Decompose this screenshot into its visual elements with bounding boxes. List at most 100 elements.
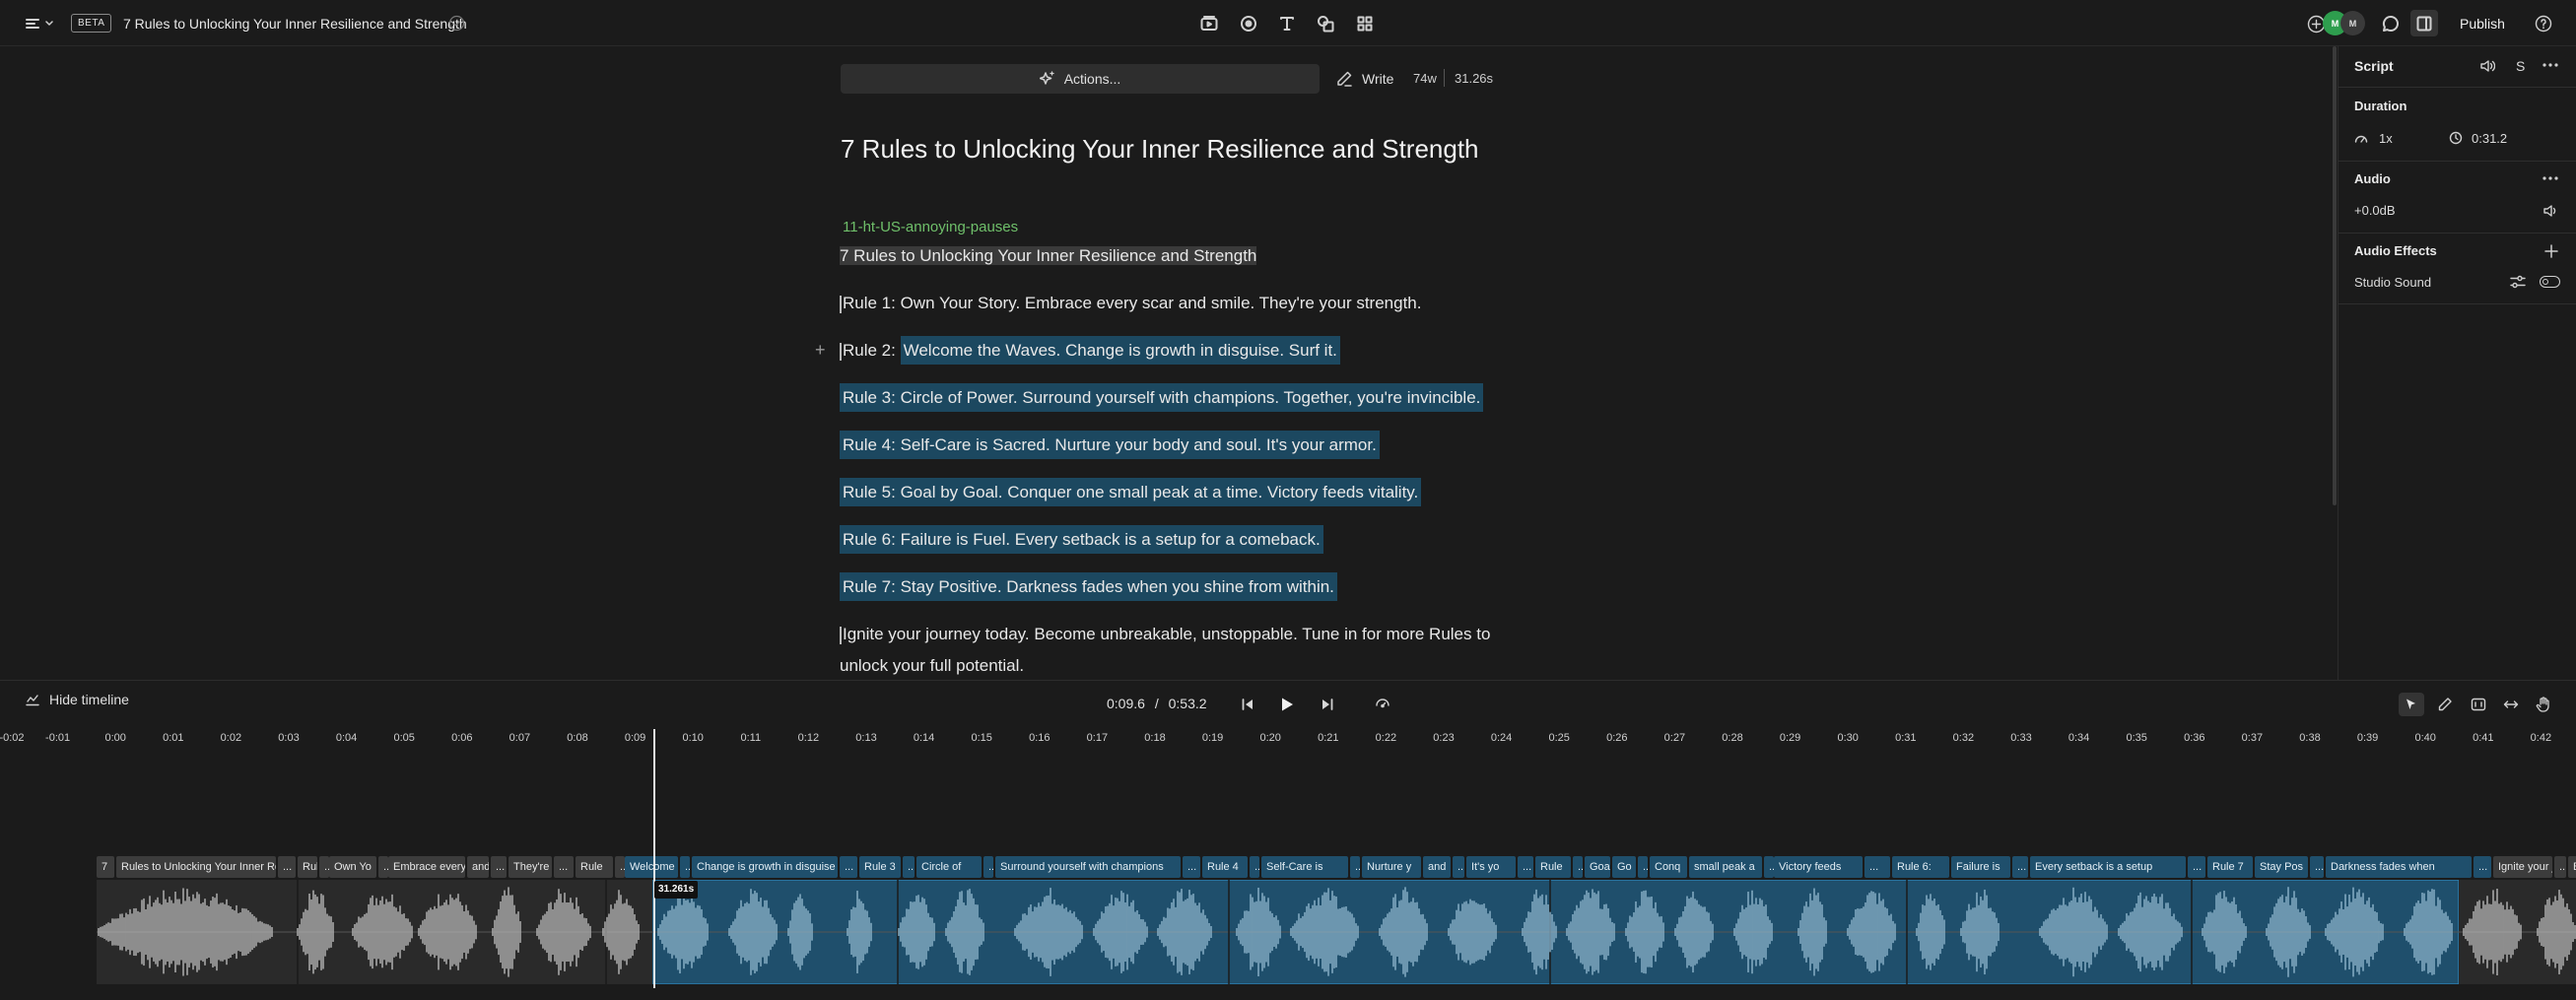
word-chip[interactable]: Go: [1612, 856, 1636, 878]
script-paragraph[interactable]: Rule 3: Circle of Power. Surround yourse…: [840, 382, 1484, 414]
audio-gain[interactable]: +0.0dB: [2354, 203, 2396, 218]
word-chip[interactable]: ...: [1453, 856, 1464, 878]
word-chip[interactable]: ...: [491, 856, 507, 878]
studio-sound-toggle[interactable]: [2540, 276, 2560, 288]
audio-more-icon[interactable]: [2542, 176, 2558, 180]
script-title[interactable]: 7 Rules to Unlocking Your Inner Resilien…: [841, 134, 1479, 165]
word-chip[interactable]: Every setback is a setup: [2030, 856, 2186, 878]
word-chip[interactable]: 7: [97, 856, 114, 878]
document-title[interactable]: 7 Rules to Unlocking Your Inner Resilien…: [123, 14, 467, 33]
loop-button[interactable]: [1370, 693, 1395, 716]
word-track[interactable]: 7Rules to Unlocking Your Inner Resilienc…: [0, 856, 2576, 880]
word-chip[interactable]: ...: [1518, 856, 1533, 878]
word-chip[interactable]: Rule 3: [859, 856, 901, 878]
script-paragraph[interactable]: Ignite your journey today. Become unbrea…: [840, 619, 1490, 650]
word-chip[interactable]: Goa: [1585, 856, 1610, 878]
script-paragraph-continued[interactable]: unlock your full potential.: [840, 650, 1024, 682]
add-paragraph-icon[interactable]: +: [815, 340, 826, 361]
word-chip[interactable]: Rule 7: [2207, 856, 2253, 878]
hand-tool-button[interactable]: [2531, 693, 2556, 716]
avatar[interactable]: M: [2340, 11, 2365, 35]
word-chip[interactable]: Embrace every: [388, 856, 465, 878]
script-paragraph[interactable]: Rule 2: Welcome the Waves. Change is gro…: [840, 335, 1340, 367]
word-chip[interactable]: and: [467, 856, 489, 878]
word-chip[interactable]: ...: [615, 856, 625, 878]
word-chip[interactable]: ...: [2188, 856, 2205, 878]
main-menu-button[interactable]: [24, 14, 55, 33]
sliders-icon[interactable]: [2510, 275, 2526, 289]
record-button[interactable]: [1238, 13, 1259, 34]
add-effect-icon[interactable]: [2544, 244, 2558, 258]
select-tool-button[interactable]: [2399, 693, 2424, 716]
word-chip[interactable]: Nurture y: [1362, 856, 1421, 878]
word-chip[interactable]: Be: [2568, 856, 2576, 878]
comments-button[interactable]: [2380, 13, 2402, 34]
script-paragraph[interactable]: 7 Rules to Unlocking Your Inner Resilien…: [840, 240, 1257, 272]
volume-icon[interactable]: [2542, 204, 2558, 218]
word-chip[interactable]: Welcome: [625, 856, 678, 878]
draw-tool-button[interactable]: [2432, 693, 2458, 716]
playhead[interactable]: [653, 729, 655, 988]
word-chip[interactable]: Own Yo: [329, 856, 376, 878]
word-chip[interactable]: They're: [508, 856, 552, 878]
word-chip[interactable]: Stay Pos: [2255, 856, 2308, 878]
text-tool-button[interactable]: [1276, 13, 1298, 34]
word-chip[interactable]: Rule 6:: [1892, 856, 1949, 878]
toggle-panel-button[interactable]: [2410, 10, 2438, 36]
word-chip[interactable]: ...: [903, 856, 915, 878]
word-chip[interactable]: Darkness fades when: [2326, 856, 2472, 878]
word-chip[interactable]: ...: [2554, 856, 2566, 878]
word-chip[interactable]: ...: [1250, 856, 1259, 878]
skip-forward-button[interactable]: [1315, 693, 1340, 716]
clip-tool-button[interactable]: [2466, 693, 2491, 716]
playback-speed[interactable]: 1x: [2379, 131, 2393, 146]
shapes-button[interactable]: [1315, 13, 1336, 34]
script-paragraph[interactable]: Rule 4: Self-Care is Sacred. Nurture you…: [840, 430, 1380, 461]
word-chip[interactable]: Rul: [298, 856, 317, 878]
word-chip[interactable]: Rules to Unlocking Your Inner Resilience: [116, 856, 276, 878]
word-chip[interactable]: ...: [1183, 856, 1200, 878]
dollar-toggle[interactable]: S: [2516, 58, 2525, 74]
word-chip[interactable]: ...: [1350, 856, 1360, 878]
word-chip[interactable]: Conq: [1650, 856, 1687, 878]
timeline-ruler[interactable]: -0:02 -0:01 0:00 0:01 0:02 0:03 0:04 0:05 0:06 0:…: [0, 724, 2576, 754]
script-paragraph[interactable]: Rule 5: Goal by Goal. Conquer one small …: [840, 477, 1422, 508]
word-chip[interactable]: It's yo: [1466, 856, 1516, 878]
fit-width-button[interactable]: [2498, 693, 2524, 716]
word-chip[interactable]: ...: [278, 856, 296, 878]
word-chip[interactable]: ...: [1638, 856, 1648, 878]
word-chip[interactable]: Surround yourself with champions: [995, 856, 1181, 878]
skip-back-button[interactable]: [1235, 693, 1260, 716]
word-chip[interactable]: Circle of: [916, 856, 982, 878]
waveform-track[interactable]: [0, 880, 2576, 984]
write-mode-button[interactable]: Write: [1335, 64, 1393, 94]
word-chip[interactable]: Rule: [576, 856, 613, 878]
play-button[interactable]: [1274, 693, 1300, 716]
word-chip[interactable]: small peak a: [1689, 856, 1762, 878]
actions-button[interactable]: Actions...: [841, 64, 1320, 94]
word-chip[interactable]: ...: [983, 856, 993, 878]
word-chip[interactable]: ...: [680, 856, 690, 878]
word-chip[interactable]: Failure is: [1951, 856, 2010, 878]
word-chip[interactable]: Change is growth in disguise: [692, 856, 838, 878]
script-paragraph[interactable]: Rule 7: Stay Positive. Darkness fades wh…: [840, 571, 1337, 603]
media-library-button[interactable]: [1198, 13, 1220, 34]
word-chip[interactable]: ...: [2310, 856, 2324, 878]
hide-timeline-button[interactable]: Hide timeline: [26, 692, 129, 707]
more-options-icon[interactable]: [2542, 63, 2558, 67]
script-paragraph[interactable]: Rule 1: Own Your Story. Embrace every sc…: [840, 288, 1422, 319]
word-chip[interactable]: ...: [2012, 856, 2028, 878]
publish-button[interactable]: Publish: [2446, 10, 2519, 36]
word-chip[interactable]: ...: [554, 856, 574, 878]
word-chip[interactable]: Victory feeds: [1774, 856, 1863, 878]
word-chip[interactable]: ...: [319, 856, 329, 878]
speaker-label[interactable]: 11-ht-US-annoying-pauses: [843, 219, 1018, 235]
word-chip[interactable]: ...: [1864, 856, 1890, 878]
help-button[interactable]: [2533, 13, 2554, 34]
script-paragraph[interactable]: Rule 6: Failure is Fuel. Every setback i…: [840, 524, 1323, 556]
word-chip[interactable]: Ignite your jo: [2493, 856, 2552, 878]
word-chip[interactable]: ...: [1764, 856, 1774, 878]
word-chip[interactable]: Rule: [1535, 856, 1571, 878]
word-chip[interactable]: Rule 4: [1202, 856, 1248, 878]
word-chip[interactable]: ...: [378, 856, 388, 878]
